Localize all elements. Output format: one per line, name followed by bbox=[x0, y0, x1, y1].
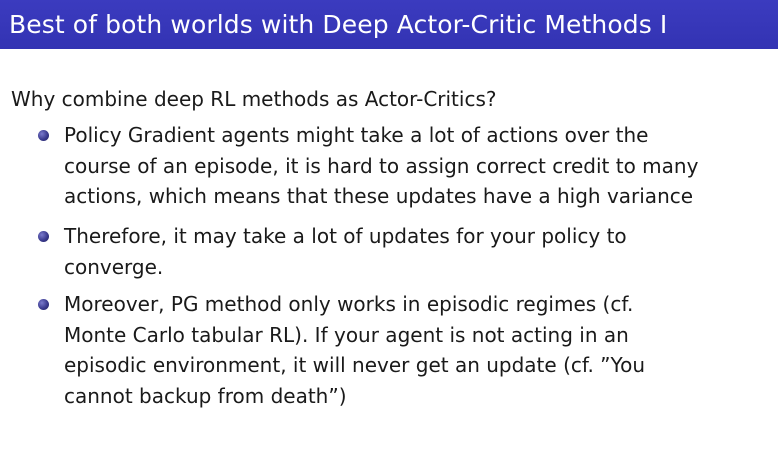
bullet-line: converge. bbox=[64, 254, 164, 279]
bullet-text: Moreover, PG method only works in episod… bbox=[64, 289, 764, 411]
bullet-icon bbox=[38, 231, 49, 242]
bullet-icon bbox=[38, 130, 49, 141]
bullet-line: episodic environment, it will never get … bbox=[64, 353, 645, 377]
slide: Best of both worlds with Deep Actor-Crit… bbox=[0, 0, 778, 474]
bullet-line: Policy Gradient agents might take a lot … bbox=[64, 123, 649, 147]
slide-title: Best of both worlds with Deep Actor-Crit… bbox=[9, 10, 668, 39]
bullet-line: Monte Carlo tabular RL). If your agent i… bbox=[64, 322, 629, 347]
title-bar: Best of both worlds with Deep Actor-Crit… bbox=[0, 0, 778, 49]
bullet-line: course of an episode, it is hard to assi… bbox=[64, 153, 699, 178]
bullet-icon bbox=[38, 299, 49, 310]
bullet-line: Moreover, PG method only works in episod… bbox=[64, 292, 634, 316]
bullet-line: Therefore, it may take a lot of updates … bbox=[64, 224, 627, 248]
bullet-line: cannot backup from death”) bbox=[64, 383, 347, 408]
bullet-text: Policy Gradient agents might take a lot … bbox=[64, 120, 764, 212]
intro-question: Why combine deep RL methods as Actor-Cri… bbox=[11, 87, 497, 111]
bullet-text: Therefore, it may take a lot of updates … bbox=[64, 221, 764, 282]
bullet-line: actions, which means that these updates … bbox=[64, 184, 694, 208]
